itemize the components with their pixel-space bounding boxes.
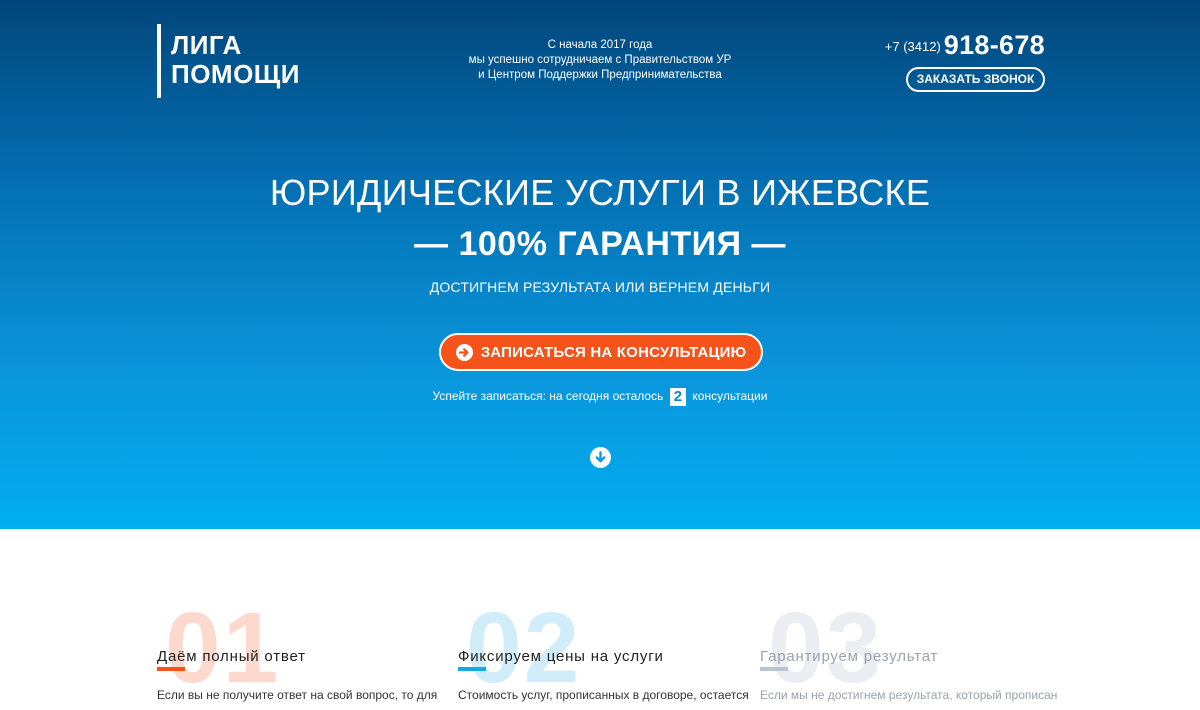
logo-line-2: ПОМОЩИ (171, 59, 300, 89)
phone-number[interactable]: 918-678 (944, 30, 1045, 60)
page-title: ЮРИДИЧЕСКИЕ УСЛУГИ В ИЖЕВСКЕ (269, 172, 931, 213)
notice-line-2: мы успешно сотрудничаем с Правительством… (468, 54, 732, 66)
hero-subtitle: ДОСТИГНЕМ РЕЗУЛЬТАТА ИЛИ ВЕРНЕМ ДЕНЬГИ (429, 279, 771, 295)
guarantee-heading: — 100% ГАРАНТИЯ — (414, 225, 786, 263)
availability-notice: Успейте записаться: на сегодня осталось … (0, 388, 1200, 406)
hero-section: ЛИГА ПОМОЩИ С начала 2017 года мы успешн… (0, 0, 1200, 529)
phone-code: +7 (3412) (884, 39, 941, 54)
feature-accent-bar (760, 667, 788, 671)
feature-text: Если мы не достигнем результата, который… (760, 688, 1058, 702)
availability-text-before: Успейте записаться: на сегодня осталось (432, 389, 664, 403)
partnership-notice: С начала 2017 года мы успешно сотруднича… (450, 38, 750, 83)
phone-block[interactable]: +7 (3412) 918-678 (885, 30, 1045, 61)
feature-card-1: 01 Даём полный ответ Если вы не получите… (157, 598, 437, 710)
callback-button[interactable]: ЗАКАЗАТЬ ЗВОНОК (906, 67, 1045, 92)
feature-title: Гарантируем результат (760, 648, 939, 665)
remaining-count-badge: 2 (669, 388, 687, 406)
consultation-button-label: ЗАПИСАТЬСЯ НА КОНСУЛЬТАЦИЮ (480, 343, 747, 361)
feature-text: Если вы не получите ответ на свой вопрос… (157, 688, 438, 702)
arrow-down-circle-icon[interactable] (590, 447, 611, 468)
feature-card-2: 02 Фиксируем цены на услуги Стоимость ус… (458, 598, 749, 710)
notice-line-1: С начала 2017 года (547, 39, 653, 51)
feature-accent-bar (157, 667, 185, 671)
feature-text: Стоимость услуг, прописанных в договоре,… (458, 688, 749, 702)
feature-title: Фиксируем цены на услуги (458, 648, 664, 665)
logo[interactable]: ЛИГА ПОМОЩИ (157, 24, 300, 98)
consultation-button[interactable]: ЗАПИСАТЬСЯ НА КОНСУЛЬТАЦИЮ (439, 333, 763, 371)
arrow-right-circle-icon (455, 343, 473, 361)
feature-accent-bar (458, 667, 486, 671)
availability-text-after: консультации (692, 389, 768, 403)
notice-line-3: и Центром Поддержки Предпринимательства (478, 69, 722, 81)
logo-line-1: ЛИГА (171, 30, 242, 60)
feature-card-3: 03 Гарантируем результат Если мы не дост… (760, 598, 1057, 710)
feature-title: Даём полный ответ (157, 648, 306, 665)
